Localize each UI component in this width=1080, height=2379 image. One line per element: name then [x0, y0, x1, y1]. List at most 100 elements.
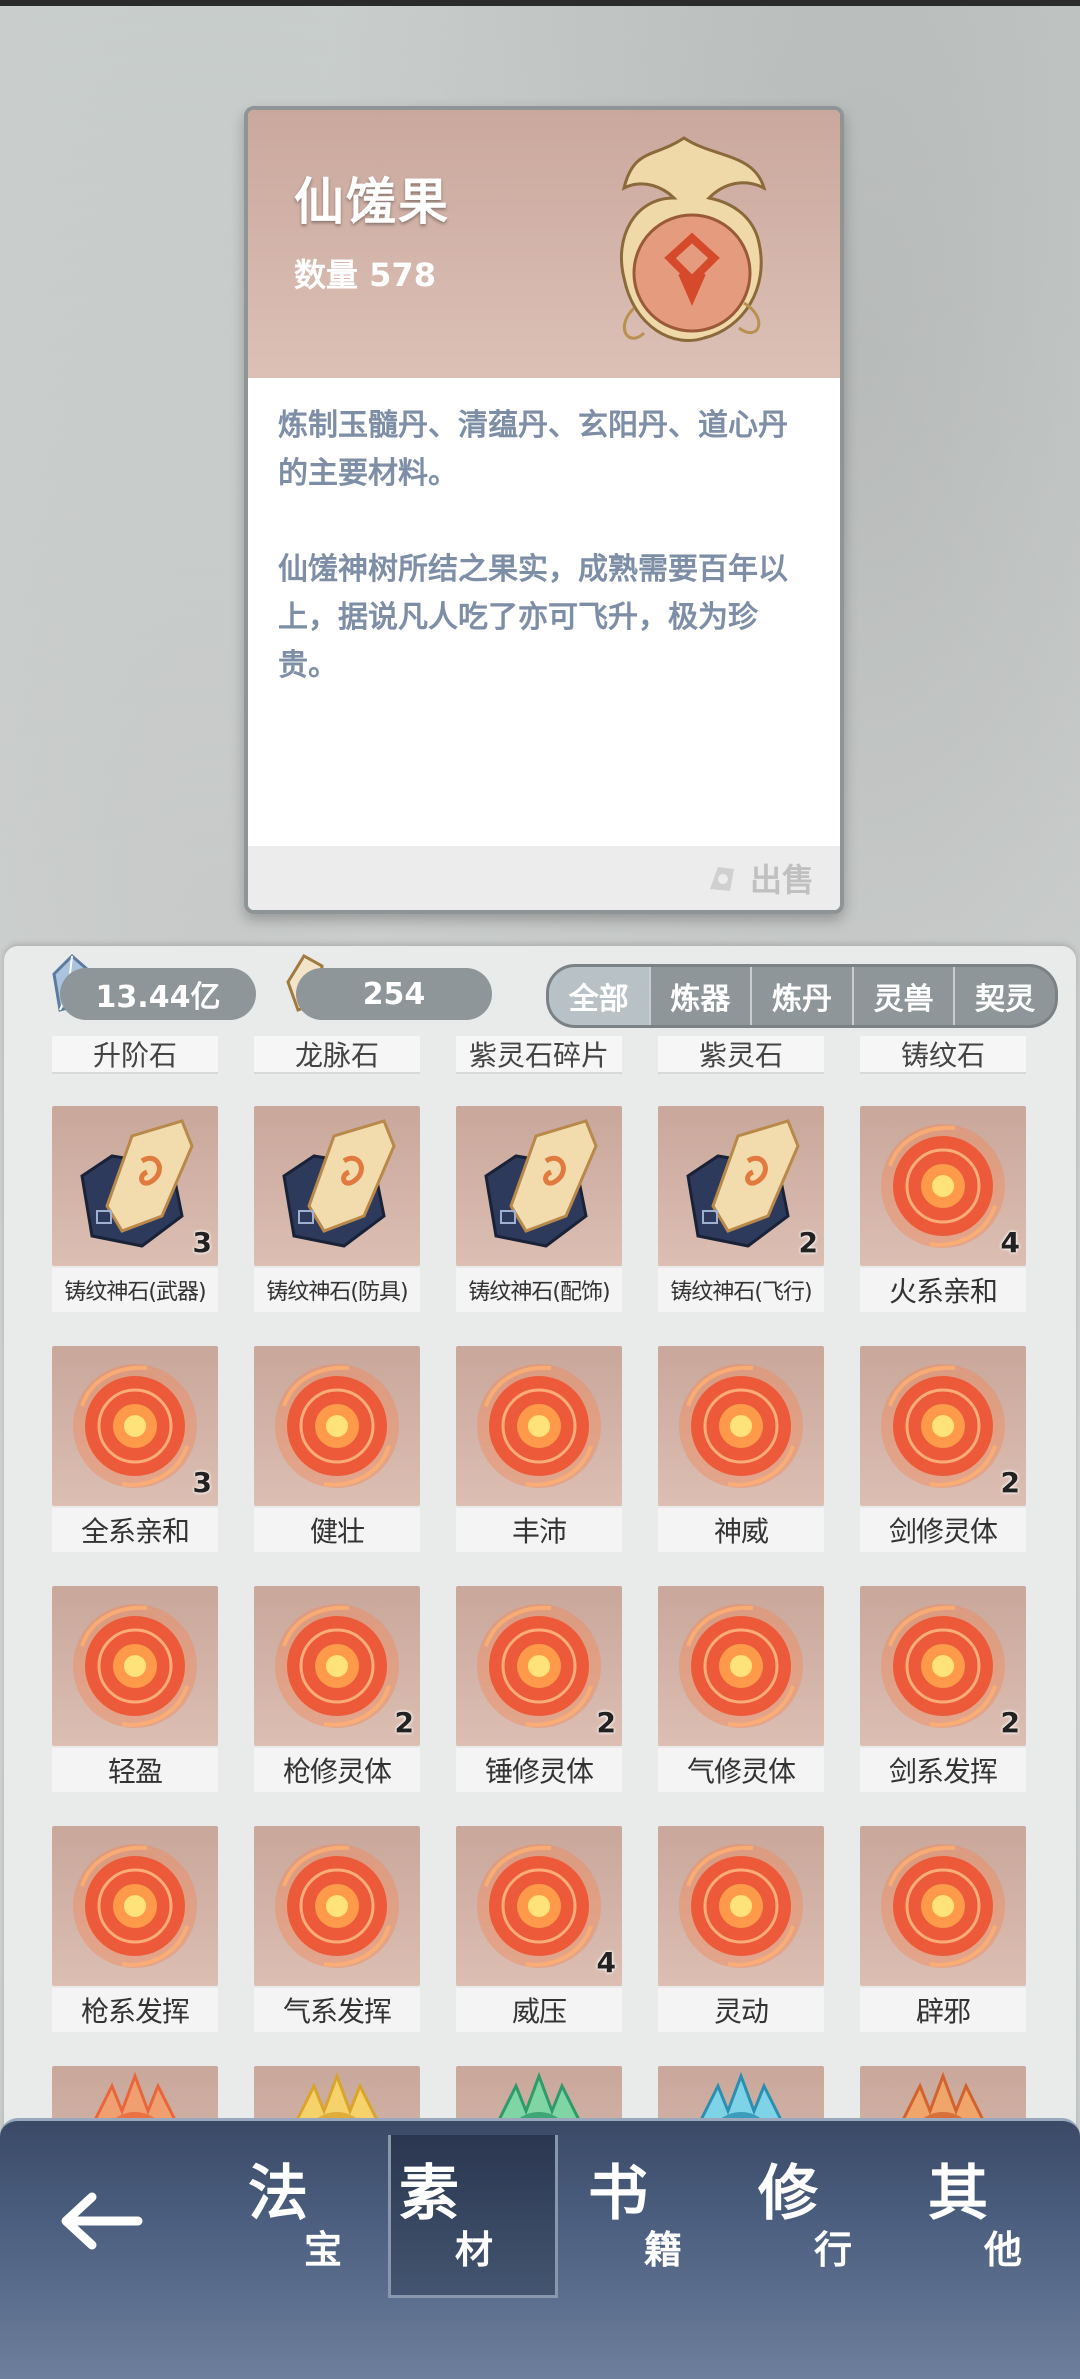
- item-label-dragon-vein-stone[interactable]: 龙脉石: [254, 1036, 420, 1074]
- item-label-purple-stone-fragment[interactable]: 紫灵石碎片: [456, 1036, 622, 1074]
- item-image: [860, 1826, 1026, 1986]
- item-image: [658, 1586, 824, 1746]
- fire-orb-icon: [881, 1844, 1005, 1968]
- item-image: [254, 1106, 420, 1266]
- item-detail-card: 仙馐果 数量 578 炼制玉髓丹、清蕴丹、玄阳丹、道心丹的主要材料。 仙馐神树所…: [244, 106, 844, 914]
- tab-cultivation[interactable]: 修 行: [750, 2135, 914, 2295]
- item-tile[interactable]: 2 枪修灵体: [254, 1586, 420, 1792]
- item-tile[interactable]: 4 火系亲和: [860, 1106, 1026, 1312]
- item-label-purple-stone[interactable]: 紫灵石: [658, 1036, 824, 1074]
- filter-spirit-beast[interactable]: 灵兽: [851, 967, 954, 1025]
- fire-orb-icon: [275, 1364, 399, 1488]
- forging-stone-icon: [282, 1119, 396, 1248]
- filter-forging[interactable]: 炼器: [648, 967, 751, 1025]
- fire-orb-icon: [73, 1604, 197, 1728]
- card-header: 仙馐果 数量 578: [248, 110, 840, 378]
- item-label: 神威: [658, 1508, 824, 1552]
- item-tile[interactable]: 辟邪: [860, 1826, 1026, 2032]
- description-lore: 仙馐神树所结之果实，成熟需要百年以上，据说凡人吃了亦可飞升，极为珍贵。: [278, 552, 788, 683]
- item-count: 2: [1000, 1466, 1020, 1499]
- item-label: 灵动: [658, 1988, 824, 2032]
- item-quantity: 数量 578: [294, 250, 436, 296]
- item-count: 3: [192, 1466, 212, 1499]
- item-count: 2: [596, 1706, 616, 1739]
- quantity-value: 578: [369, 256, 436, 294]
- item-count: 4: [1000, 1226, 1020, 1259]
- arrow-left-icon[interactable]: [56, 2181, 146, 2261]
- forging-stone-icon: [484, 1119, 598, 1248]
- bottom-navigation: 法 宝 素 材 书 籍 修 行 其 他: [0, 2118, 1080, 2379]
- item-image: [52, 1826, 218, 1986]
- item-tile[interactable]: 铸纹神石(防具): [254, 1106, 420, 1312]
- item-tile[interactable]: 4 威压: [456, 1826, 622, 2032]
- filter-all[interactable]: 全部: [549, 967, 649, 1025]
- tab-treasure[interactable]: 法 宝: [240, 2135, 404, 2295]
- coin-icon: [709, 867, 734, 891]
- tab-treasure-big: 法: [248, 2159, 308, 2229]
- item-label-ascension-stone[interactable]: 升阶石: [52, 1036, 218, 1074]
- tab-cultivation-small: 行: [814, 2227, 853, 2272]
- description-usage: 炼制玉髓丹、清蕴丹、玄阳丹、道心丹的主要材料。: [278, 408, 788, 491]
- fire-orb-icon: [477, 1364, 601, 1488]
- item-tile[interactable]: 丰沛: [456, 1346, 622, 1552]
- item-tile[interactable]: 铸纹神石(配饰): [456, 1106, 622, 1312]
- tab-treasure-small: 宝: [304, 2227, 343, 2272]
- item-tile[interactable]: 枪系发挥: [52, 1826, 218, 2032]
- item-label: 铸纹神石(防具): [254, 1268, 420, 1312]
- filter-contract-spirit[interactable]: 契灵: [953, 967, 1055, 1025]
- item-label: 气系发挥: [254, 1988, 420, 2032]
- item-count: 3: [192, 1226, 212, 1259]
- filter-alchemy[interactable]: 炼丹: [750, 967, 852, 1025]
- item-label: 剑系发挥: [860, 1748, 1026, 1792]
- card-footer: 出售: [248, 846, 840, 910]
- item-count: 2: [798, 1226, 818, 1259]
- tab-other[interactable]: 其 他: [920, 2135, 1080, 2295]
- tab-other-big: 其: [928, 2159, 988, 2229]
- item-tile[interactable]: 3 铸纹神石(武器): [52, 1106, 218, 1312]
- item-label: 铸纹神石(武器): [52, 1268, 218, 1312]
- item-tile[interactable]: 3 全系亲和: [52, 1346, 218, 1552]
- item-tile[interactable]: 健壮: [254, 1346, 420, 1552]
- item-image: [254, 1346, 420, 1506]
- item-tile[interactable]: 2 锤修灵体: [456, 1586, 622, 1792]
- item-image: [658, 1826, 824, 1986]
- item-tile[interactable]: 2 铸纹神石(飞行): [658, 1106, 824, 1312]
- item-tile[interactable]: 2 剑修灵体: [860, 1346, 1026, 1552]
- fate-stone-balance: 254: [296, 968, 492, 1020]
- item-description: 炼制玉髓丹、清蕴丹、玄阳丹、道心丹的主要材料。 仙馐神树所结之果实，成熟需要百年…: [278, 402, 812, 738]
- item-title: 仙馐果: [294, 173, 450, 231]
- fire-orb-icon: [679, 1364, 803, 1488]
- item-label: 健壮: [254, 1508, 420, 1552]
- item-image: [254, 1826, 420, 1986]
- item-tile[interactable]: 气系发挥: [254, 1826, 420, 2032]
- item-label: 铸纹神石(飞行): [658, 1268, 824, 1312]
- item-label: 枪修灵体: [254, 1748, 420, 1792]
- spirit-stone-balance: 13.44亿: [60, 968, 256, 1020]
- sell-label: 出售: [749, 861, 814, 899]
- sell-button[interactable]: 出售: [704, 854, 814, 902]
- tab-materials-big: 素: [399, 2159, 459, 2229]
- tab-books-big: 书: [588, 2159, 648, 2229]
- tab-books[interactable]: 书 籍: [580, 2135, 744, 2295]
- item-label: 气修灵体: [658, 1748, 824, 1792]
- tab-materials[interactable]: 素 材: [388, 2135, 558, 2298]
- item-tile[interactable]: 灵动: [658, 1826, 824, 2032]
- item-label: 剑修灵体: [860, 1508, 1026, 1552]
- tab-cultivation-big: 修: [758, 2159, 818, 2229]
- item-count: 2: [1000, 1706, 1020, 1739]
- item-count: 2: [394, 1706, 414, 1739]
- item-image: [456, 1106, 622, 1266]
- item-image: [52, 1586, 218, 1746]
- quantity-label: 数量: [294, 256, 359, 294]
- item-label: 火系亲和: [860, 1268, 1026, 1312]
- item-tile[interactable]: 2 剑系发挥: [860, 1586, 1026, 1792]
- item-tile[interactable]: 神威: [658, 1346, 824, 1552]
- item-label-forging-stone[interactable]: 铸纹石: [860, 1036, 1026, 1074]
- item-tile[interactable]: 气修灵体: [658, 1586, 824, 1792]
- partial-row-top: 升阶石 龙脉石 紫灵石碎片 紫灵石 铸纹石: [4, 1036, 1076, 1074]
- item-label: 辟邪: [860, 1988, 1026, 2032]
- item-tile[interactable]: 轻盈: [52, 1586, 218, 1792]
- category-filter-tabs: 全部 炼器 炼丹 灵兽 契灵: [546, 964, 1058, 1028]
- item-label: 枪系发挥: [52, 1988, 218, 2032]
- item-label: 轻盈: [52, 1748, 218, 1792]
